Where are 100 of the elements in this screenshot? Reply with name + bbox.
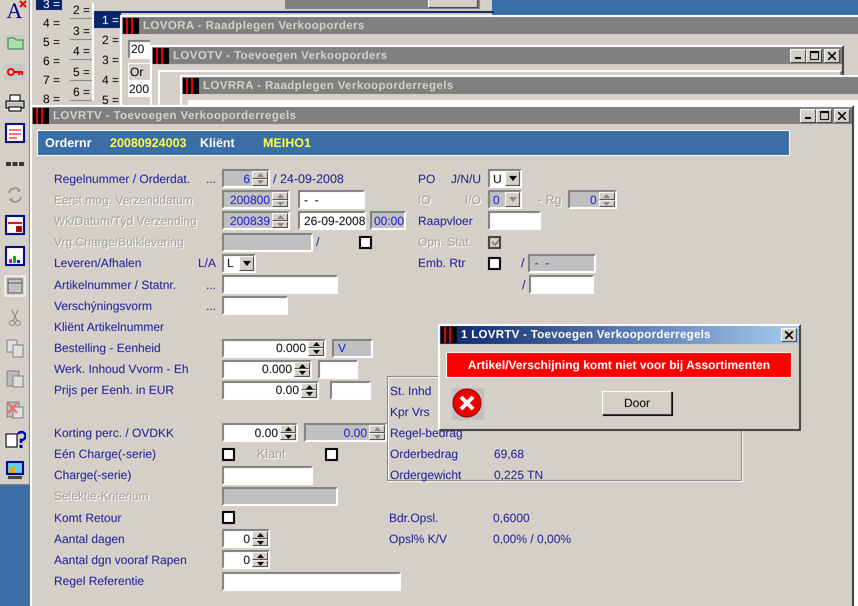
field-label: Kliënt xyxy=(200,136,236,150)
up-arrow-icon xyxy=(256,533,264,538)
spin-field[interactable]: 0.000 xyxy=(222,360,312,379)
list-item[interactable]: 4 = xyxy=(70,44,92,60)
error-icon xyxy=(452,388,484,420)
field-label: Regel-bedrag xyxy=(390,426,464,440)
app-icon xyxy=(153,48,169,64)
field-label: Aantal dagen xyxy=(54,532,125,546)
field-label: Korting perc. / OVDKK xyxy=(54,426,174,440)
input-field[interactable] xyxy=(222,275,338,294)
dropdown[interactable]: L xyxy=(222,254,256,273)
checkbox[interactable] xyxy=(324,448,338,461)
client-code: MEIHO1 xyxy=(263,136,311,150)
down-arrow-icon xyxy=(276,202,284,206)
list-item[interactable]: 3 = xyxy=(94,53,121,68)
input-field[interactable] xyxy=(318,360,358,379)
list-item[interactable]: 6 = xyxy=(36,55,62,67)
field-label: Regel Referentie xyxy=(54,574,144,588)
lock-icon[interactable] xyxy=(4,214,26,236)
field-label: Bestelling - Eenheid xyxy=(54,341,161,356)
list-item[interactable]: 5 = xyxy=(36,36,62,48)
form-icon[interactable] xyxy=(4,122,26,144)
minimize-icon xyxy=(795,56,801,58)
field-label: Raapvloer xyxy=(418,214,473,228)
field-label: Orderbedrag xyxy=(390,447,460,462)
down-arrow-icon xyxy=(298,371,306,376)
field-value: 0,6000 xyxy=(493,510,530,525)
checkbox[interactable] xyxy=(222,511,235,524)
app-icon xyxy=(123,18,139,34)
close-button[interactable] xyxy=(781,328,797,342)
list-item[interactable]: 4 = xyxy=(94,73,121,88)
maximize-button[interactable] xyxy=(806,48,822,62)
column-header[interactable]: Or xyxy=(128,63,150,81)
input-field[interactable] xyxy=(222,466,313,485)
door-button[interactable]: Door xyxy=(602,391,672,415)
caret-icon xyxy=(508,197,516,202)
field-label: Leveren/Afhalen xyxy=(54,256,142,270)
input-field[interactable] xyxy=(488,211,541,230)
spin-field[interactable]: 0.00 xyxy=(222,380,319,400)
list-item[interactable]: 6 = xyxy=(70,85,92,101)
field-label: Werk. Inhoud Vvorm - Eh xyxy=(54,362,188,376)
chart-icon[interactable] xyxy=(4,244,26,267)
spin-field[interactable]: 0.000 xyxy=(222,338,326,358)
label-suffix: L/A xyxy=(198,256,216,270)
close-button[interactable] xyxy=(834,108,850,122)
input-field[interactable] xyxy=(222,572,401,591)
field-label: Verschýningsvorm xyxy=(54,298,152,313)
down-arrow-icon xyxy=(374,434,380,439)
copy-icon[interactable] xyxy=(4,336,26,359)
list-item[interactable]: 5 = xyxy=(94,93,121,108)
up-arrow-icon xyxy=(312,342,320,346)
list-item[interactable]: 5 = xyxy=(70,64,92,80)
spin-field[interactable]: 0 xyxy=(222,550,270,570)
list-item[interactable]: 8 = xyxy=(36,93,62,105)
field-label: Bdr.Opsl. xyxy=(389,510,440,525)
up-arrow-icon xyxy=(276,194,284,198)
list-item[interactable]: 2 = xyxy=(94,33,121,48)
dropdown[interactable]: U xyxy=(488,169,522,188)
label-suffix: ... xyxy=(206,298,216,313)
monitor-icon[interactable] xyxy=(4,458,26,481)
list-item[interactable]: 3 = xyxy=(70,24,92,40)
field-label: Aantal dgn vooraf Rapen xyxy=(54,552,187,567)
app-icon xyxy=(441,327,457,343)
list-item[interactable]: 7 = xyxy=(36,74,62,86)
down-arrow-icon xyxy=(256,540,264,545)
up-arrow-icon xyxy=(284,427,292,432)
down-arrow-icon xyxy=(284,434,292,439)
field-label: Ordergewicht xyxy=(390,468,462,482)
field-label: Eén Charge(-serie) xyxy=(54,447,156,462)
printer-icon[interactable] xyxy=(4,92,26,114)
input-field[interactable] xyxy=(529,275,594,294)
window-title: LOVRTV - Toevoegen Verkooporderregels xyxy=(53,110,296,122)
font-button[interactable]: A xyxy=(2,0,26,22)
minimize-button[interactable] xyxy=(800,108,816,122)
field-label: St. Inhd xyxy=(390,384,432,398)
spin-field[interactable]: 0 xyxy=(222,529,270,548)
input-field[interactable]: 20 xyxy=(128,40,150,59)
order-number: 20080924003 xyxy=(110,136,188,150)
maximize-button[interactable] xyxy=(816,108,832,122)
input-field[interactable] xyxy=(222,296,288,316)
help-icon[interactable] xyxy=(4,428,26,450)
input-field[interactable] xyxy=(330,380,371,400)
list-item[interactable]: 4 = xyxy=(36,17,62,29)
spin-field[interactable]: 0.00 xyxy=(222,423,298,442)
field-label: Prijs per Eenh. in EUR xyxy=(54,383,174,398)
checkbox[interactable] xyxy=(488,256,501,270)
field-label: Charge(-serie) xyxy=(54,468,132,482)
list-item[interactable]: 2 = xyxy=(70,3,92,19)
list-item[interactable]: 1 = xyxy=(94,13,121,28)
window-title: LOVORA - Raadplegen Verkooporders xyxy=(143,20,365,32)
checkbox[interactable] xyxy=(222,448,235,461)
close-icon xyxy=(838,112,846,120)
up-arrow-icon xyxy=(276,215,284,220)
field-value: 0,00% / 0,00% xyxy=(493,532,572,546)
up-arrow-icon xyxy=(374,427,380,432)
minimize-button[interactable] xyxy=(790,48,806,62)
window-title: LOVOTV - Toevoegen Verkooporders xyxy=(173,50,388,62)
down-arrow-icon xyxy=(306,392,312,396)
window-icon[interactable] xyxy=(4,275,26,298)
close-button[interactable] xyxy=(824,48,840,62)
